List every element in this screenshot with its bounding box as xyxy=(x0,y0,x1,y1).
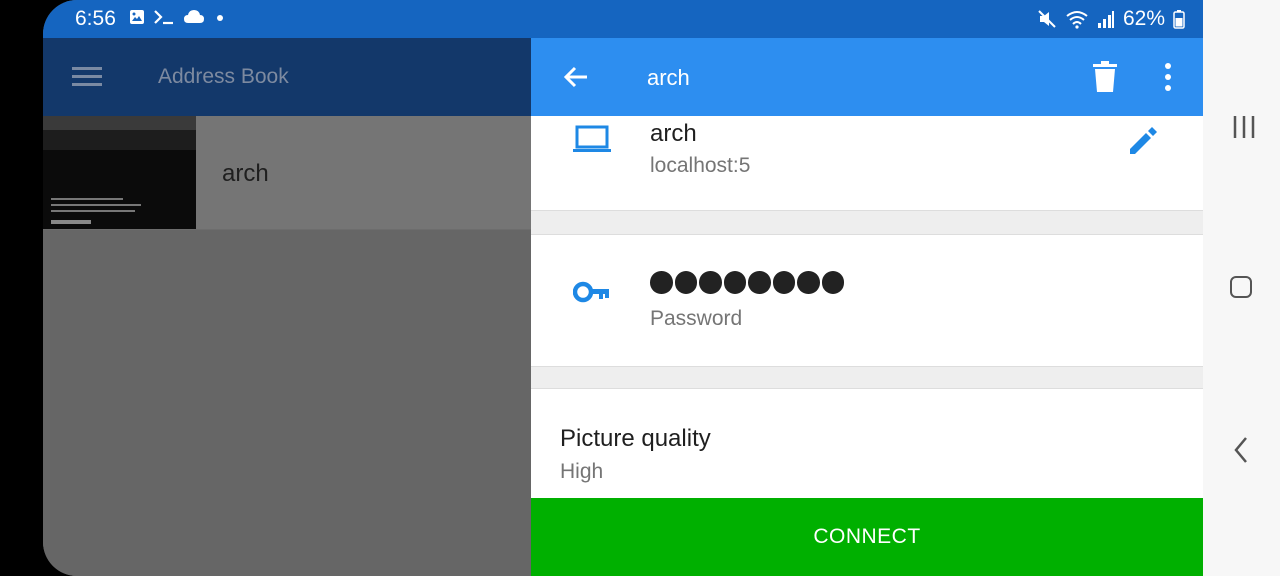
password-label: Password xyxy=(650,307,743,330)
detail-title: arch xyxy=(647,65,690,90)
image-icon xyxy=(130,10,144,24)
back-arrow-icon[interactable] xyxy=(561,62,591,92)
status-bar: 6:56 62% xyxy=(43,0,1203,38)
edit-icon[interactable] xyxy=(1127,124,1159,156)
cloud-icon xyxy=(184,10,204,23)
signal-icon xyxy=(1097,11,1114,28)
more-vert-icon[interactable] xyxy=(1164,62,1172,92)
delete-icon[interactable] xyxy=(1093,61,1117,93)
password-dot xyxy=(748,271,771,294)
host-card[interactable]: arch localhost:5 xyxy=(531,116,1203,211)
detail-appbar: arch xyxy=(531,38,1203,116)
address-book-item[interactable]: arch xyxy=(43,116,531,230)
password-dot xyxy=(821,271,844,294)
password-dot xyxy=(650,271,673,294)
dot-icon xyxy=(217,15,223,21)
password-dots xyxy=(650,271,844,294)
password-dot xyxy=(674,271,697,294)
notification-icons xyxy=(129,9,227,25)
home-icon[interactable] xyxy=(1230,276,1252,298)
connection-detail-panel: arch arch localhost:5 Password Picture q… xyxy=(531,38,1203,576)
address-book-item-name: arch xyxy=(222,160,269,187)
battery-icon xyxy=(1173,10,1185,29)
password-dot xyxy=(699,271,722,294)
picture-quality-title: Picture quality xyxy=(560,425,711,452)
menu-icon[interactable] xyxy=(72,67,102,87)
address-book-title: Address Book xyxy=(158,65,289,88)
password-dot xyxy=(723,271,746,294)
recent-apps-icon[interactable] xyxy=(1232,114,1256,140)
phone-screen: 6:56 62% Address Book arch arch arch loc… xyxy=(43,0,1203,576)
password-dot xyxy=(772,271,795,294)
address-book-appbar: Address Book xyxy=(43,38,531,116)
picture-quality-setting[interactable]: Picture quality High xyxy=(531,388,1203,501)
mute-icon xyxy=(1038,10,1056,28)
host-address: localhost:5 xyxy=(650,154,751,177)
password-card[interactable]: Password xyxy=(531,234,1203,367)
nav-back-icon[interactable] xyxy=(1233,436,1249,464)
password-dot xyxy=(797,271,820,294)
system-nav-bar xyxy=(1203,0,1280,576)
laptop-icon xyxy=(573,125,611,152)
connect-button[interactable]: CONNECT xyxy=(531,498,1203,576)
address-book-screen: Address Book arch xyxy=(43,38,531,576)
host-name: arch xyxy=(650,120,697,147)
status-right: 62% xyxy=(1037,7,1185,31)
battery-percent: 62% xyxy=(1122,7,1165,30)
connection-thumbnail xyxy=(43,116,196,229)
key-icon xyxy=(573,281,609,303)
picture-quality-value: High xyxy=(560,460,604,483)
wifi-icon xyxy=(1066,11,1088,29)
status-time: 6:56 xyxy=(75,7,116,30)
terminal-icon xyxy=(154,10,173,25)
